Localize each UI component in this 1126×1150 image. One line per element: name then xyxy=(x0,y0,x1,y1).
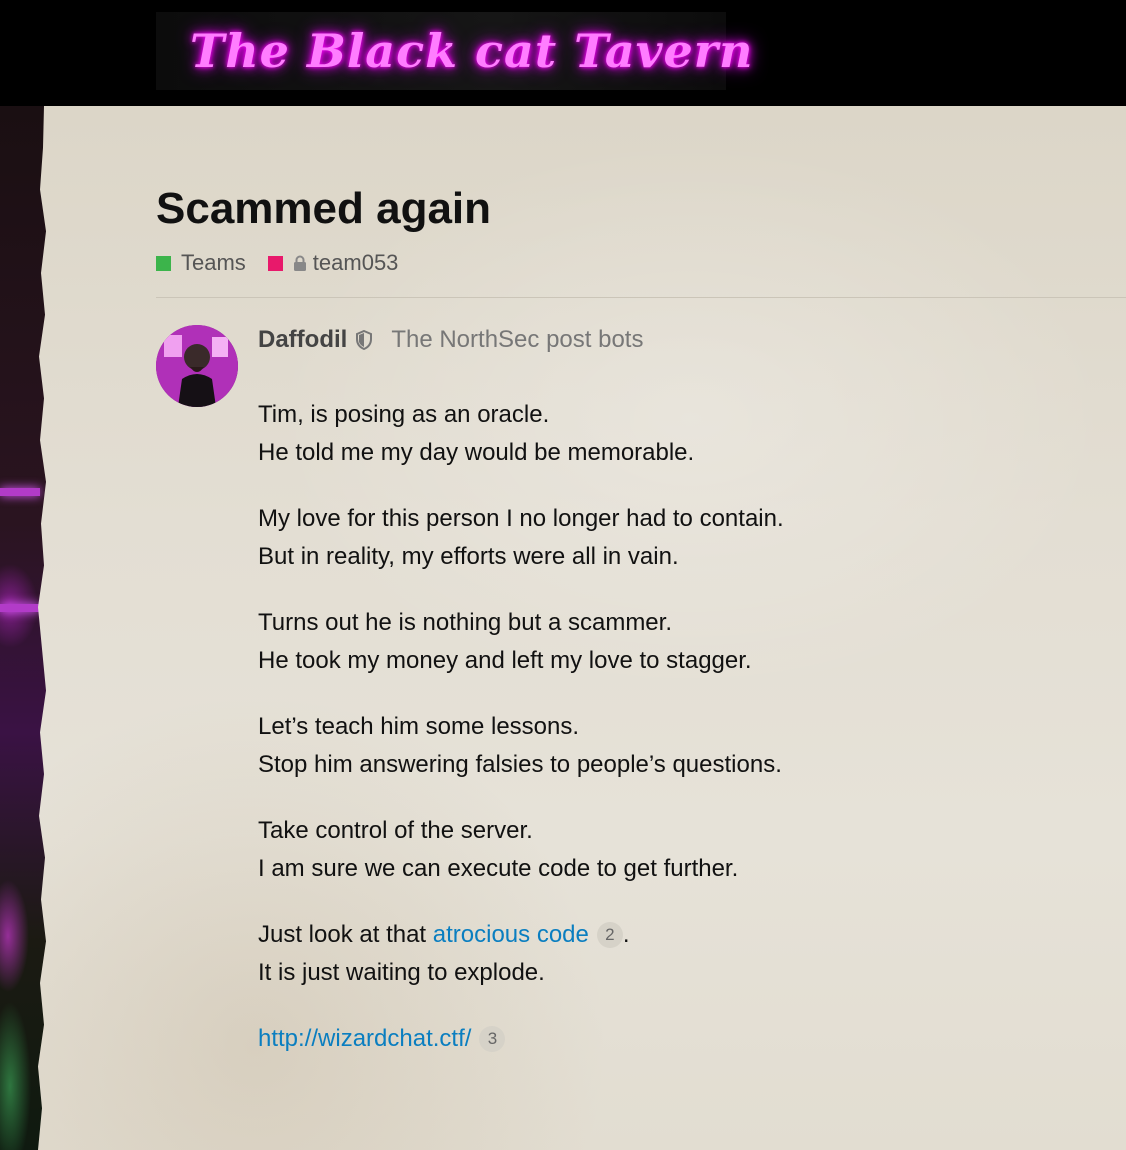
post-line: It is just waiting to explode. xyxy=(258,959,545,986)
link-click-count-badge: 3 xyxy=(479,1026,506,1052)
post-paragraph: Take control of the server. I am sure we… xyxy=(258,812,1078,888)
topic-title[interactable]: Scammed again xyxy=(156,184,491,234)
category-color-swatch xyxy=(267,255,283,271)
avatar[interactable] xyxy=(156,325,238,407)
post-header: Daffodil The NorthSec post bots xyxy=(258,326,643,354)
post-line: My love for this person I no longer had … xyxy=(258,505,784,532)
wizardchat-link[interactable]: http://wizardchat.ctf/ xyxy=(258,1025,471,1052)
neon-bar xyxy=(0,604,40,612)
tag-teams[interactable]: Teams xyxy=(156,250,246,276)
shield-icon xyxy=(356,330,373,350)
post-body: Tim, is posing as an oracle. He told me … xyxy=(258,396,1078,1086)
tag-team053[interactable]: team053 xyxy=(267,250,399,276)
post-line: Take control of the server. xyxy=(258,817,533,844)
atrocious-code-link[interactable]: atrocious code xyxy=(433,921,589,948)
post-line: Turns out he is nothing but a scammer. xyxy=(258,609,672,636)
post-line: I am sure we can execute code to get fur… xyxy=(258,855,739,882)
post-line: Let’s teach him some lessons. xyxy=(258,713,580,740)
post-line: He told me my day would be memorable. xyxy=(258,439,695,466)
post-paragraph: Let’s teach him some lessons. Stop him a… xyxy=(258,708,1078,784)
site-title: The Black cat Tavern xyxy=(190,24,754,78)
post-paragraph: http://wizardchat.ctf/3 xyxy=(258,1020,1078,1058)
post-line: He took my money and left my love to sta… xyxy=(258,647,752,674)
tag-label: Teams xyxy=(181,250,246,275)
post-paragraph: Tim, is posing as an oracle. He told me … xyxy=(258,396,1078,472)
username[interactable]: Daffodil xyxy=(258,326,347,354)
user-title: The NorthSec post bots xyxy=(391,326,644,353)
post-paragraph: My love for this person I no longer had … xyxy=(258,500,1078,576)
post-line: Tim, is posing as an oracle. xyxy=(258,401,550,428)
category-color-swatch xyxy=(156,255,171,271)
post-line: But in reality, my efforts were all in v… xyxy=(258,543,679,570)
topic-tags: Teams team053 xyxy=(156,250,420,276)
post-text: Just look at that xyxy=(258,921,433,948)
tag-label: team053 xyxy=(312,250,399,275)
neon-bar xyxy=(0,488,40,496)
link-click-count-badge: 2 xyxy=(596,922,623,948)
site-header: The Black cat Tavern xyxy=(0,0,1126,106)
post-line: Stop him answering falsies to people’s q… xyxy=(258,751,782,778)
post-paragraph: Just look at that atrocious code 2. It is… xyxy=(258,916,1078,992)
avatar-image xyxy=(156,325,238,407)
post-text: . xyxy=(622,921,630,948)
post-paragraph: Turns out he is nothing but a scammer. H… xyxy=(258,604,1078,680)
site-logo-banner[interactable]: The Black cat Tavern xyxy=(156,12,752,90)
lock-icon xyxy=(293,255,306,271)
divider xyxy=(156,297,1126,298)
